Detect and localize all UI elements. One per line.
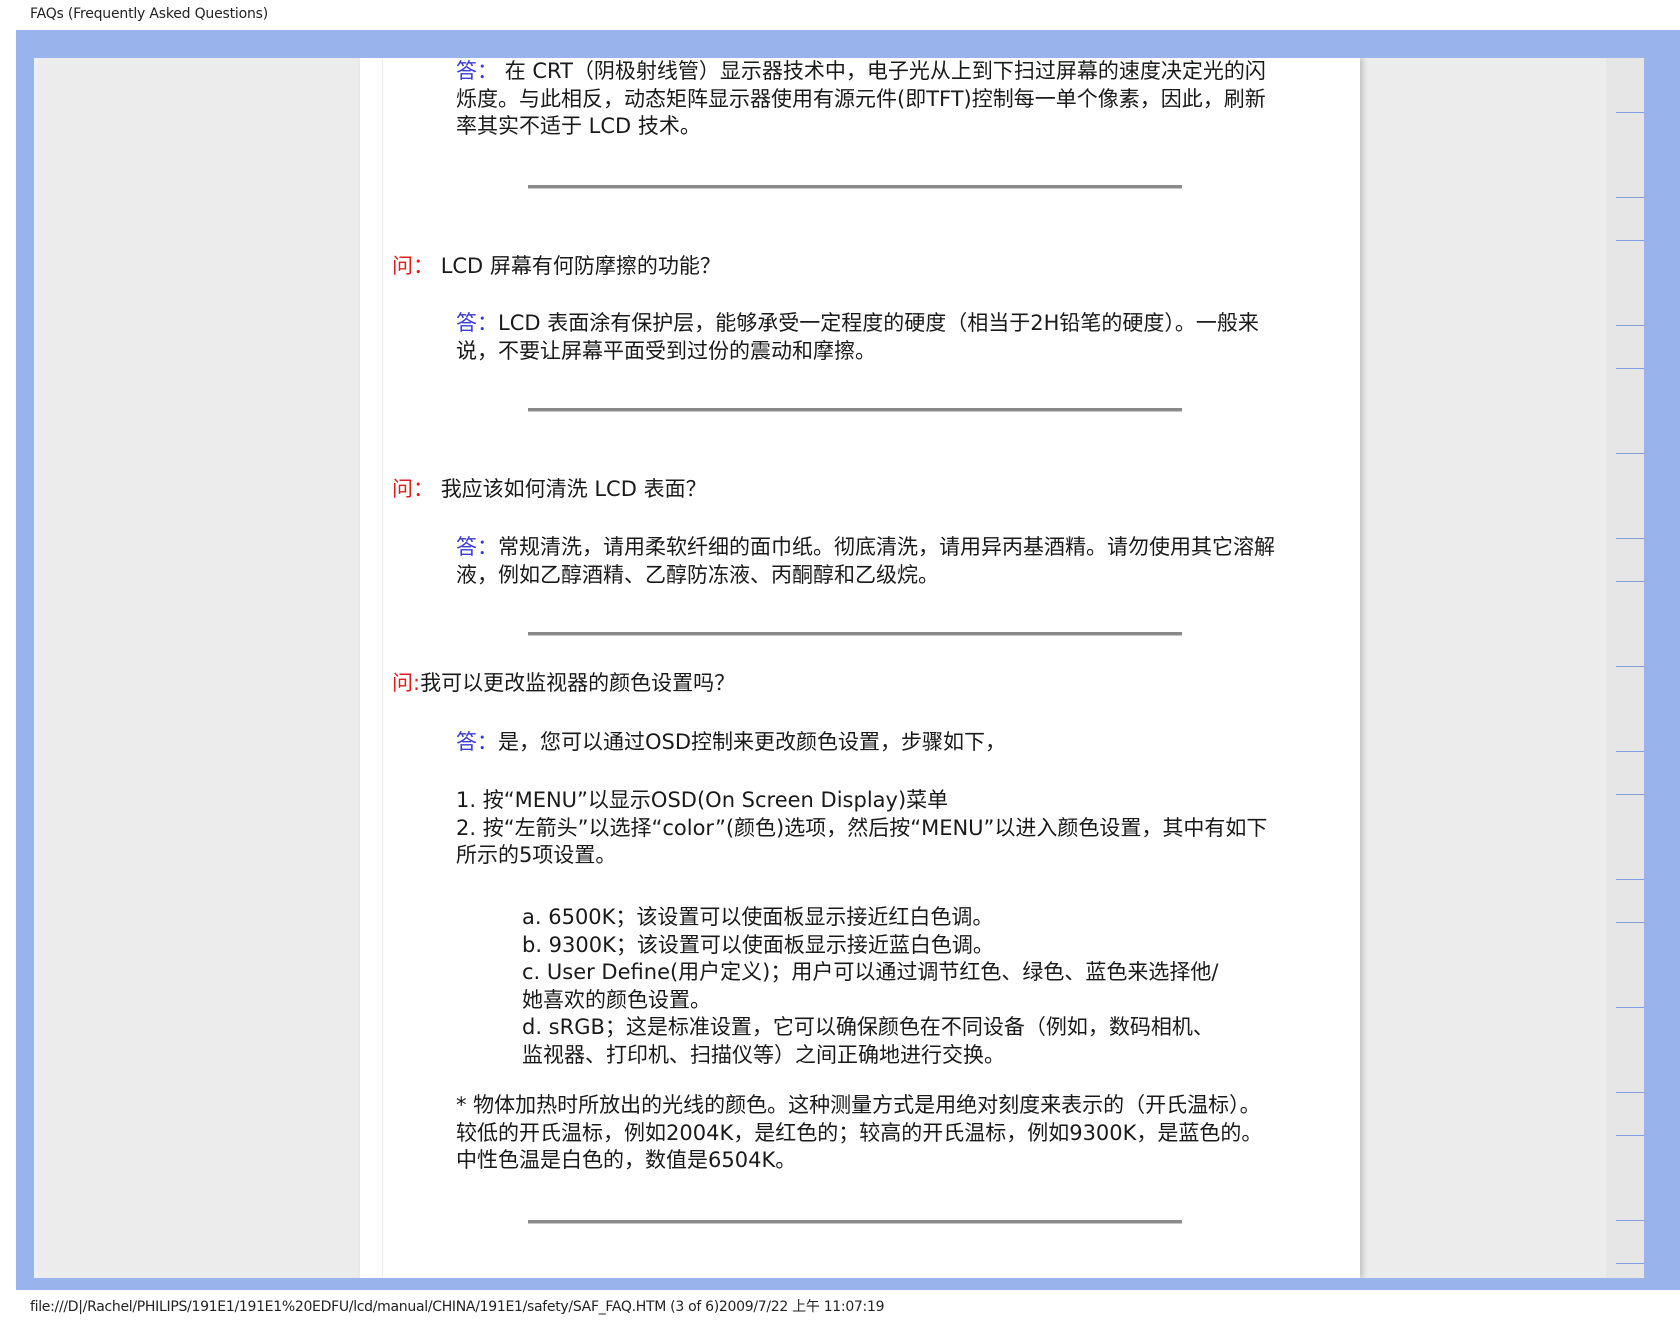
question-marker: 问： — [392, 254, 434, 278]
color-option-item: b. 9300K；该设置可以使面板显示接近蓝白色调。 — [522, 932, 994, 957]
answer-marker: 答： — [456, 311, 498, 335]
faq-question-2: 问： 我应该如何清洗 LCD 表面？ — [392, 476, 707, 504]
color-option-item: a. 6500K；该设置可以使面板显示接近红白色调。 — [522, 905, 994, 929]
faq-question-3: 问:我可以更改监视器的颜色设置吗？ — [392, 670, 735, 698]
right-tick-mark — [1616, 112, 1644, 113]
right-tick-mark — [1616, 240, 1644, 241]
answer-text: 常规清洗，请用柔软纤细的面巾纸。彻底清洗，请用异丙基酒精。请勿使用其它溶解液，例… — [456, 535, 1275, 587]
section-divider — [528, 1220, 1182, 1224]
question-text: 我可以更改监视器的颜色设置吗？ — [420, 671, 736, 695]
faq-question-1: 问： LCD 屏幕有何防摩擦的功能？ — [392, 253, 721, 281]
right-tick-mark — [1616, 922, 1644, 923]
page-footer-path: file:///D|/Rachel/PHILIPS/191E1/191E1%20… — [30, 1299, 885, 1315]
faq-content: 答： 在 CRT（阴极射线管）显示器技术中，电子光从上到下扫过屏幕的速度决定光的… — [360, 58, 1360, 1278]
right-tick-mark — [1616, 1007, 1644, 1008]
right-tick-mark — [1616, 794, 1644, 795]
faq-answer-1: 答：LCD 表面涂有保护层，能够承受一定程度的硬度（相当于2H铅笔的硬度）。一般… — [456, 310, 1276, 365]
step-item: 1. 按“MENU”以显示OSD(On Screen Display)菜单 — [456, 788, 949, 812]
question-marker: 问： — [392, 477, 434, 501]
step-item: 2. 按“左箭头”以选择“color”(颜色)选项，然后按“MENU”以进入颜色… — [456, 815, 1268, 868]
document-viewport[interactable]: 答： 在 CRT（阴极射线管）显示器技术中，电子光从上到下扫过屏幕的速度决定光的… — [38, 58, 1644, 1278]
answer-marker: 答： — [456, 730, 498, 754]
right-tick-mark — [1616, 453, 1644, 454]
answer-text: 在 CRT（阴极射线管）显示器技术中，电子光从上到下扫过屏幕的速度决定光的闪烁度… — [456, 59, 1266, 138]
page-header-title: FAQs (Frequently Asked Questions) — [30, 6, 268, 22]
answer-marker: 答： — [456, 59, 498, 83]
section-divider — [528, 185, 1182, 189]
right-tick-mark — [1616, 1092, 1644, 1093]
right-tick-mark — [1616, 879, 1644, 880]
color-temperature-note: * 物体加热时所放出的光线的颜色。这种测量方式是用绝对刻度来表示的（开氏温标）。… — [456, 1092, 1276, 1175]
right-tick-mark — [1616, 197, 1644, 198]
right-tick-mark — [1616, 368, 1644, 369]
faq-answer-3: 答：是，您可以通过OSD控制来更改颜色设置，步骤如下， — [456, 729, 1276, 757]
right-tick-mark — [1616, 666, 1644, 667]
question-text: LCD 屏幕有何防摩擦的功能？ — [440, 254, 721, 278]
right-frame-strip — [1606, 58, 1644, 1278]
faq-answer-2: 答：常规清洗，请用柔软纤细的面巾纸。彻底清洗，请用异丙基酒精。请勿使用其它溶解液… — [456, 534, 1276, 589]
note-text: * 物体加热时所放出的光线的颜色。这种测量方式是用绝对刻度来表示的（开氏温标）。… — [456, 1093, 1263, 1172]
answer-text: 是，您可以通过OSD控制来更改颜色设置，步骤如下， — [498, 730, 1007, 754]
question-marker: 问: — [392, 671, 421, 695]
question-text: 我应该如何清洗 LCD 表面？ — [440, 477, 707, 501]
faq-answer-0: 答： 在 CRT（阴极射线管）显示器技术中，电子光从上到下扫过屏幕的速度决定光的… — [456, 58, 1276, 141]
right-tick-mark — [1616, 538, 1644, 539]
color-option-item: d. sRGB；这是标准设置，它可以确保颜色在不同设备（例如，数码相机、监视器、… — [522, 1015, 1214, 1067]
section-divider — [528, 408, 1182, 412]
answer-marker: 答： — [456, 535, 498, 559]
right-tick-mark — [1616, 581, 1644, 582]
answer-text: LCD 表面涂有保护层，能够承受一定程度的硬度（相当于2H铅笔的硬度）。一般来说… — [456, 311, 1259, 363]
right-tick-mark — [1616, 751, 1644, 752]
right-tick-mark — [1616, 1135, 1644, 1136]
section-divider — [528, 632, 1182, 636]
document-page: 答： 在 CRT（阴极射线管）显示器技术中，电子光从上到下扫过屏幕的速度决定光的… — [360, 58, 1360, 1278]
step-list: 1. 按“MENU”以显示OSD(On Screen Display)菜单 2.… — [456, 787, 1276, 870]
right-tick-mark — [1616, 325, 1644, 326]
right-tick-mark — [1616, 1220, 1644, 1221]
color-option-item: c. User Define(用户定义)；用户可以通过调节红色、绿色、蓝色来选择… — [522, 960, 1219, 1012]
right-tick-mark — [1616, 1263, 1644, 1264]
color-option-list: a. 6500K；该设置可以使面板显示接近红白色调。 b. 9300K；该设置可… — [522, 904, 1222, 1069]
